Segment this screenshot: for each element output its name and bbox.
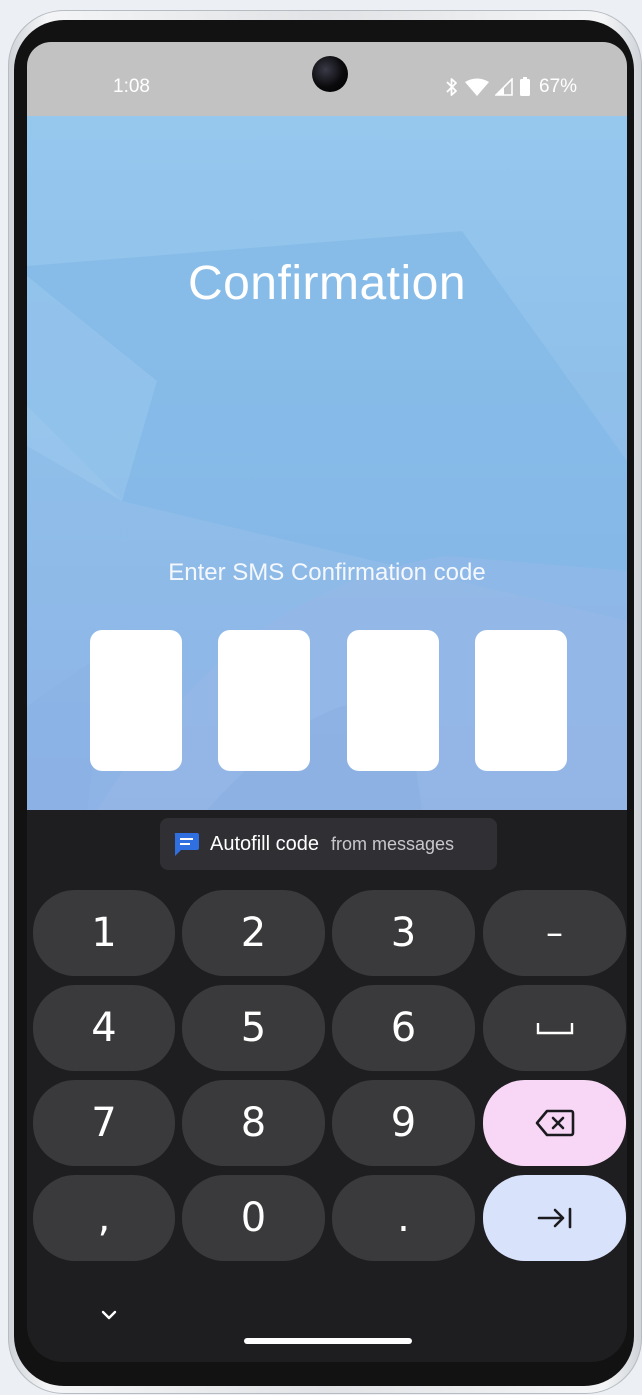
chevron-down-icon[interactable] xyxy=(97,1303,121,1327)
key-7[interactable]: 7 xyxy=(33,1080,175,1166)
key-0[interactable]: 0 xyxy=(182,1175,325,1261)
home-indicator[interactable] xyxy=(244,1338,412,1344)
code-digit-2-input[interactable] xyxy=(218,630,310,771)
backspace-key[interactable] xyxy=(483,1080,626,1166)
key-2[interactable]: 2 xyxy=(182,890,325,976)
battery-icon xyxy=(520,77,530,96)
key-period[interactable]: . xyxy=(332,1175,475,1261)
battery-percentage: 67% xyxy=(539,76,578,97)
status-icons: 67% xyxy=(445,74,577,100)
confirmation-screen: Confirmation Enter SMS Confirmation code xyxy=(27,116,627,810)
status-bar: 1:08 67% xyxy=(27,42,627,116)
key-comma[interactable]: , xyxy=(33,1175,175,1261)
numeric-keyboard: Autofill code from messages 1 2 3 – 4 5 … xyxy=(27,810,627,1362)
phone-screen: 1:08 67% Confirmation Enter SMS Confirma… xyxy=(27,42,627,1362)
key-6[interactable]: 6 xyxy=(332,985,475,1071)
key-space[interactable] xyxy=(483,985,626,1071)
backspace-icon xyxy=(535,1109,574,1137)
key-9[interactable]: 9 xyxy=(332,1080,475,1166)
next-key[interactable] xyxy=(483,1175,626,1261)
code-digit-1-input[interactable] xyxy=(90,630,182,771)
bluetooth-icon xyxy=(446,78,457,96)
code-digit-4-input[interactable] xyxy=(475,630,567,771)
autofill-label: Autofill code xyxy=(210,832,319,855)
code-input-row xyxy=(90,630,568,771)
key-minus[interactable]: – xyxy=(483,890,626,976)
key-3[interactable]: 3 xyxy=(332,890,475,976)
tab-icon xyxy=(537,1207,571,1229)
space-icon xyxy=(536,1023,573,1035)
message-icon xyxy=(172,831,200,857)
wifi-icon xyxy=(465,78,489,96)
status-time: 1:08 xyxy=(113,76,150,97)
page-title: Confirmation xyxy=(187,257,467,310)
autofill-suggestion[interactable]: Autofill code from messages xyxy=(160,818,497,870)
instruction-text: Enter SMS Confirmation code xyxy=(168,559,486,586)
autofill-source: from messages xyxy=(330,833,455,854)
key-8[interactable]: 8 xyxy=(182,1080,325,1166)
front-camera xyxy=(312,56,348,92)
cell-signal-icon xyxy=(495,78,513,96)
code-digit-3-input[interactable] xyxy=(347,630,439,771)
key-4[interactable]: 4 xyxy=(33,985,175,1071)
key-5[interactable]: 5 xyxy=(182,985,325,1071)
key-1[interactable]: 1 xyxy=(33,890,175,976)
